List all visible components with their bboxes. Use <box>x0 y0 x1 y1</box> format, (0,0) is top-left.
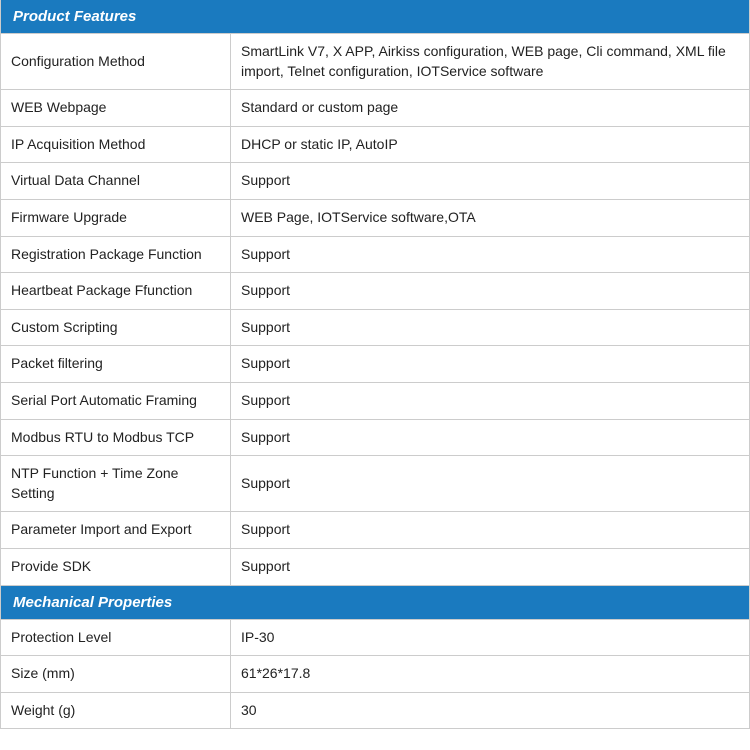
table-row: Configuration MethodSmartLink V7, X APP,… <box>1 34 749 90</box>
row-value: Support <box>231 383 749 419</box>
row-value: Support <box>231 237 749 273</box>
row-label: Packet filtering <box>1 346 231 382</box>
row-value: Support <box>231 273 749 309</box>
row-value: 61*26*17.8 <box>231 656 749 692</box>
row-value: Support <box>231 420 749 456</box>
table-row: Size (mm)61*26*17.8 <box>1 656 749 693</box>
table-row: Registration Package FunctionSupport <box>1 237 749 274</box>
row-value: IP-30 <box>231 620 749 656</box>
table-row: Protection LevelIP-30 <box>1 620 749 657</box>
table-row: Heartbeat Package FfunctionSupport <box>1 273 749 310</box>
row-label: Firmware Upgrade <box>1 200 231 236</box>
row-value: WEB Page, IOTService software,OTA <box>231 200 749 236</box>
row-value: SmartLink V7, X APP, Airkiss configurati… <box>231 34 749 89</box>
table-row: Firmware UpgradeWEB Page, IOTService sof… <box>1 200 749 237</box>
table-row: IP Acquisition MethodDHCP or static IP, … <box>1 127 749 164</box>
row-label: Custom Scripting <box>1 310 231 346</box>
table-row: Provide SDKSupport <box>1 549 749 586</box>
table-row: Parameter Import and ExportSupport <box>1 512 749 549</box>
row-label: WEB Webpage <box>1 90 231 126</box>
row-label: Virtual Data Channel <box>1 163 231 199</box>
row-label: Weight (g) <box>1 693 231 729</box>
row-value: 30 <box>231 693 749 729</box>
table-row: Virtual Data ChannelSupport <box>1 163 749 200</box>
table-row: Modbus RTU to Modbus TCPSupport <box>1 420 749 457</box>
row-label: Modbus RTU to Modbus TCP <box>1 420 231 456</box>
section-header: Mechanical Properties <box>1 586 749 620</box>
row-label: Serial Port Automatic Framing <box>1 383 231 419</box>
row-value: Standard or custom page <box>231 90 749 126</box>
row-label: Protection Level <box>1 620 231 656</box>
table-row: Serial Port Automatic FramingSupport <box>1 383 749 420</box>
row-label: IP Acquisition Method <box>1 127 231 163</box>
table-row: WEB WebpageStandard or custom page <box>1 90 749 127</box>
row-label: Configuration Method <box>1 34 231 89</box>
row-label: Parameter Import and Export <box>1 512 231 548</box>
row-value: Support <box>231 310 749 346</box>
section-header: Product Features <box>1 0 749 34</box>
row-label: Registration Package Function <box>1 237 231 273</box>
table-row: Weight (g)30 <box>1 693 749 730</box>
row-value: Support <box>231 163 749 199</box>
row-label: Provide SDK <box>1 549 231 585</box>
row-label: Heartbeat Package Ffunction <box>1 273 231 309</box>
row-value: Support <box>231 512 749 548</box>
table-row: Custom ScriptingSupport <box>1 310 749 347</box>
row-value: Support <box>231 456 749 511</box>
table-row: NTP Function + Time Zone SettingSupport <box>1 456 749 512</box>
row-value: Support <box>231 549 749 585</box>
row-value: DHCP or static IP, AutoIP <box>231 127 749 163</box>
row-label: NTP Function + Time Zone Setting <box>1 456 231 511</box>
product-features-table: Product FeaturesConfiguration MethodSmar… <box>0 0 750 729</box>
row-value: Support <box>231 346 749 382</box>
table-row: Packet filteringSupport <box>1 346 749 383</box>
row-label: Size (mm) <box>1 656 231 692</box>
